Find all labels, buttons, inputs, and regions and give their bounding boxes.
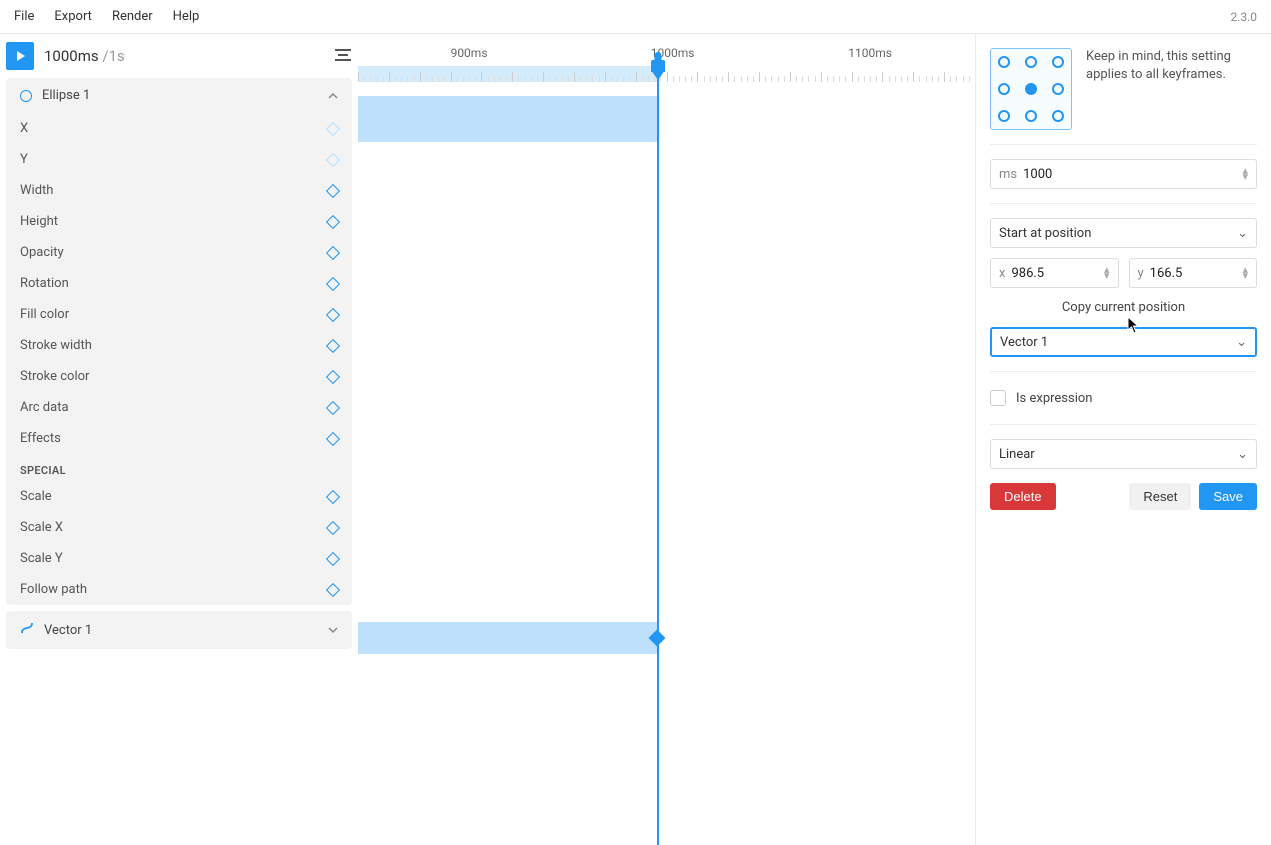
current-time: 1000ms bbox=[44, 47, 99, 65]
anchor-ml[interactable] bbox=[991, 76, 1018, 103]
prop-opacity[interactable]: Opacity bbox=[6, 237, 352, 268]
prop-x[interactable]: X bbox=[6, 113, 352, 144]
keyframe-diamond-icon[interactable] bbox=[326, 338, 340, 352]
layer-name: Ellipse 1 bbox=[42, 88, 90, 103]
play-icon bbox=[17, 51, 25, 61]
prop-follow-path[interactable]: Follow path bbox=[6, 574, 352, 605]
reset-button[interactable]: Reset bbox=[1129, 483, 1191, 510]
anchor-grid bbox=[990, 48, 1072, 130]
anchor-tl[interactable] bbox=[991, 49, 1018, 76]
keyframe-diamond-icon[interactable] bbox=[326, 551, 340, 565]
layer-vector-1: Vector 1 bbox=[6, 611, 352, 649]
chevron-down-icon bbox=[328, 623, 338, 637]
chevron-down-icon: ⌄ bbox=[1237, 447, 1248, 462]
layer-header-ellipse-1[interactable]: Ellipse 1 bbox=[6, 78, 352, 113]
keyframe-diamond-icon[interactable] bbox=[326, 276, 340, 290]
ellipse-icon bbox=[20, 90, 32, 102]
chevron-down-icon: ⌄ bbox=[1236, 335, 1247, 350]
menu-help[interactable]: Help bbox=[165, 5, 208, 28]
version-label: 2.3.0 bbox=[1230, 10, 1265, 24]
prop-stroke-color[interactable]: Stroke color bbox=[6, 361, 352, 392]
play-button[interactable] bbox=[6, 42, 34, 70]
keyframe-diamond-icon[interactable] bbox=[326, 152, 340, 166]
track-follow-path bbox=[358, 622, 975, 654]
menu-file[interactable]: File bbox=[6, 5, 42, 28]
menubar: File Export Render Help 2.3.0 bbox=[0, 0, 1271, 34]
keyframe-diamond-icon[interactable] bbox=[326, 307, 340, 321]
inspector-panel: Keep in mind, this setting applies to al… bbox=[975, 34, 1271, 845]
anchor-note: Keep in mind, this setting applies to al… bbox=[1086, 48, 1257, 84]
save-button[interactable]: Save bbox=[1199, 483, 1257, 510]
track-span[interactable] bbox=[358, 96, 657, 142]
keyframe-diamond-icon[interactable] bbox=[326, 369, 340, 383]
keyframe-diamond-icon[interactable] bbox=[326, 520, 340, 534]
easing-select[interactable]: Linear ⌄ bbox=[990, 439, 1257, 469]
time-display: 1000ms /1s bbox=[44, 47, 125, 65]
layer-name: Vector 1 bbox=[44, 623, 92, 638]
prop-scale-y[interactable]: Scale Y bbox=[6, 543, 352, 574]
prop-y[interactable]: Y bbox=[6, 144, 352, 175]
layer-header-vector-1[interactable]: Vector 1 bbox=[6, 611, 352, 649]
prop-effects[interactable]: Effects bbox=[6, 423, 352, 454]
keyframe-diamond-icon[interactable] bbox=[326, 214, 340, 228]
anchor-bl[interactable] bbox=[991, 102, 1018, 129]
copy-position-link[interactable]: Copy current position bbox=[990, 298, 1257, 317]
anchor-tr[interactable] bbox=[1044, 49, 1071, 76]
timeline-panel[interactable]: 900ms 1000ms 1100ms bbox=[358, 34, 975, 845]
is-expression-label: Is expression bbox=[1016, 391, 1092, 406]
prop-stroke-width[interactable]: Stroke width bbox=[6, 330, 352, 361]
stepper-icon[interactable]: ▴▾ bbox=[1242, 267, 1248, 279]
left-panel: 1000ms /1s Ellipse 1 X Y Width Height Op… bbox=[0, 34, 358, 845]
anchor-tc[interactable] bbox=[1018, 49, 1045, 76]
keyframe-diamond-icon[interactable] bbox=[326, 183, 340, 197]
x-field[interactable]: x 986.5 ▴▾ bbox=[990, 258, 1119, 288]
stepper-icon[interactable]: ▴▾ bbox=[1104, 267, 1110, 279]
prop-scale-x[interactable]: Scale X bbox=[6, 512, 352, 543]
delete-button[interactable]: Delete bbox=[990, 483, 1056, 510]
keyframe-diamond-icon[interactable] bbox=[326, 245, 340, 259]
keyframe-diamond-icon[interactable] bbox=[326, 431, 340, 445]
playhead[interactable] bbox=[657, 56, 659, 845]
y-field[interactable]: y 166.5 ▴▾ bbox=[1129, 258, 1258, 288]
playhead-grip-icon bbox=[651, 70, 665, 80]
chevron-up-icon bbox=[328, 89, 338, 103]
anchor-bc[interactable] bbox=[1018, 102, 1045, 129]
total-time: /1s bbox=[102, 47, 124, 65]
prop-height[interactable]: Height bbox=[6, 206, 352, 237]
keyframe-diamond-icon[interactable] bbox=[326, 582, 340, 596]
special-header: SPECIAL bbox=[6, 454, 352, 481]
menu-export[interactable]: Export bbox=[46, 5, 100, 28]
start-position-select[interactable]: Start at position ⌄ bbox=[990, 218, 1257, 248]
keyframe-diamond-icon[interactable] bbox=[326, 489, 340, 503]
anchor-mr[interactable] bbox=[1044, 76, 1071, 103]
track-span[interactable] bbox=[358, 622, 657, 654]
prop-scale[interactable]: Scale bbox=[6, 481, 352, 512]
align-icon[interactable] bbox=[334, 46, 352, 67]
chevron-down-icon: ⌄ bbox=[1237, 226, 1248, 241]
track-ellipse-header bbox=[358, 96, 975, 142]
prop-width[interactable]: Width bbox=[6, 175, 352, 206]
layer-ellipse-1: Ellipse 1 X Y Width Height Opacity Rotat… bbox=[6, 78, 352, 605]
prop-fill-color[interactable]: Fill color bbox=[6, 299, 352, 330]
vector-icon bbox=[20, 621, 34, 639]
vector-select[interactable]: Vector 1 ⌄ bbox=[990, 327, 1257, 357]
anchor-mc[interactable] bbox=[1018, 76, 1045, 103]
anchor-br[interactable] bbox=[1044, 102, 1071, 129]
keyframe-diamond-icon[interactable] bbox=[326, 400, 340, 414]
prop-arc-data[interactable]: Arc data bbox=[6, 392, 352, 423]
stepper-icon[interactable]: ▴▾ bbox=[1242, 168, 1248, 180]
ms-field[interactable]: ms 1000 ▴▾ bbox=[990, 159, 1257, 189]
is-expression-checkbox[interactable] bbox=[990, 390, 1006, 406]
keyframe-diamond-icon[interactable] bbox=[326, 121, 340, 135]
menu-render[interactable]: Render bbox=[104, 5, 161, 28]
prop-rotation[interactable]: Rotation bbox=[6, 268, 352, 299]
